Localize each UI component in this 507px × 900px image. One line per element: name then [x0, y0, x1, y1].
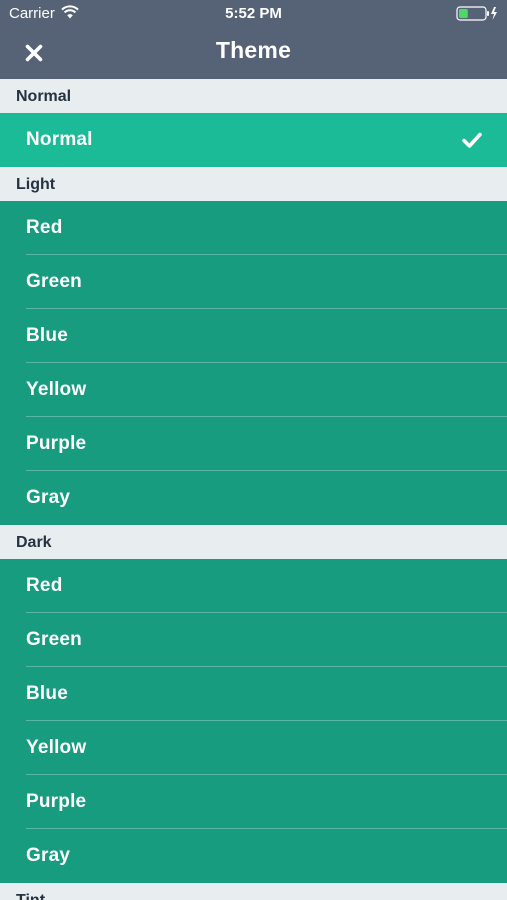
theme-option-dark-blue[interactable]: Blue	[0, 667, 507, 721]
theme-option-label: Normal	[26, 129, 93, 150]
theme-option-dark-yellow[interactable]: Yellow	[0, 721, 507, 775]
section-header-tint: Tint	[0, 883, 507, 900]
theme-option-label: Yellow	[26, 737, 87, 758]
theme-option-label: Green	[26, 629, 82, 650]
theme-option-label: Gray	[26, 487, 71, 508]
theme-screen: Carrier 5:52 PM Theme Normal Normal Ligh…	[0, 0, 507, 900]
theme-list: Normal Normal Light Red Green Blue Yellow Purpl…	[0, 79, 507, 900]
theme-option-label: Yellow	[26, 379, 87, 400]
theme-option-label: Red	[26, 575, 63, 596]
theme-option-light-purple[interactable]: Purple	[0, 417, 507, 471]
theme-option-light-green[interactable]: Green	[0, 255, 507, 309]
battery-icon	[456, 6, 498, 21]
navigation-bar: Theme	[0, 27, 507, 79]
theme-option-label: Gray	[26, 845, 71, 866]
theme-option-dark-gray[interactable]: Gray	[0, 829, 507, 883]
theme-option-normal-normal[interactable]: Normal	[0, 113, 507, 167]
theme-option-label: Purple	[26, 433, 87, 454]
theme-option-light-blue[interactable]: Blue	[0, 309, 507, 363]
theme-option-label: Purple	[26, 791, 87, 812]
section-header-dark: Dark	[0, 525, 507, 559]
theme-option-dark-red[interactable]: Red	[0, 559, 507, 613]
status-bar: Carrier 5:52 PM	[0, 0, 507, 27]
theme-option-label: Green	[26, 271, 82, 292]
clock: 5:52 PM	[225, 5, 282, 22]
section-header-normal: Normal	[0, 79, 507, 113]
theme-option-label: Red	[26, 217, 63, 238]
theme-option-dark-purple[interactable]: Purple	[0, 775, 507, 829]
theme-option-light-red[interactable]: Red	[0, 201, 507, 255]
theme-option-light-yellow[interactable]: Yellow	[0, 363, 507, 417]
page-title: Theme	[215, 37, 292, 63]
theme-option-dark-green[interactable]: Green	[0, 613, 507, 667]
section-header-light: Light	[0, 167, 507, 201]
checkmark-icon	[462, 132, 482, 148]
theme-option-light-gray[interactable]: Gray	[0, 471, 507, 525]
theme-option-label: Blue	[26, 683, 68, 704]
top-bar: Carrier 5:52 PM Theme	[0, 0, 507, 79]
theme-option-label: Blue	[26, 325, 68, 346]
